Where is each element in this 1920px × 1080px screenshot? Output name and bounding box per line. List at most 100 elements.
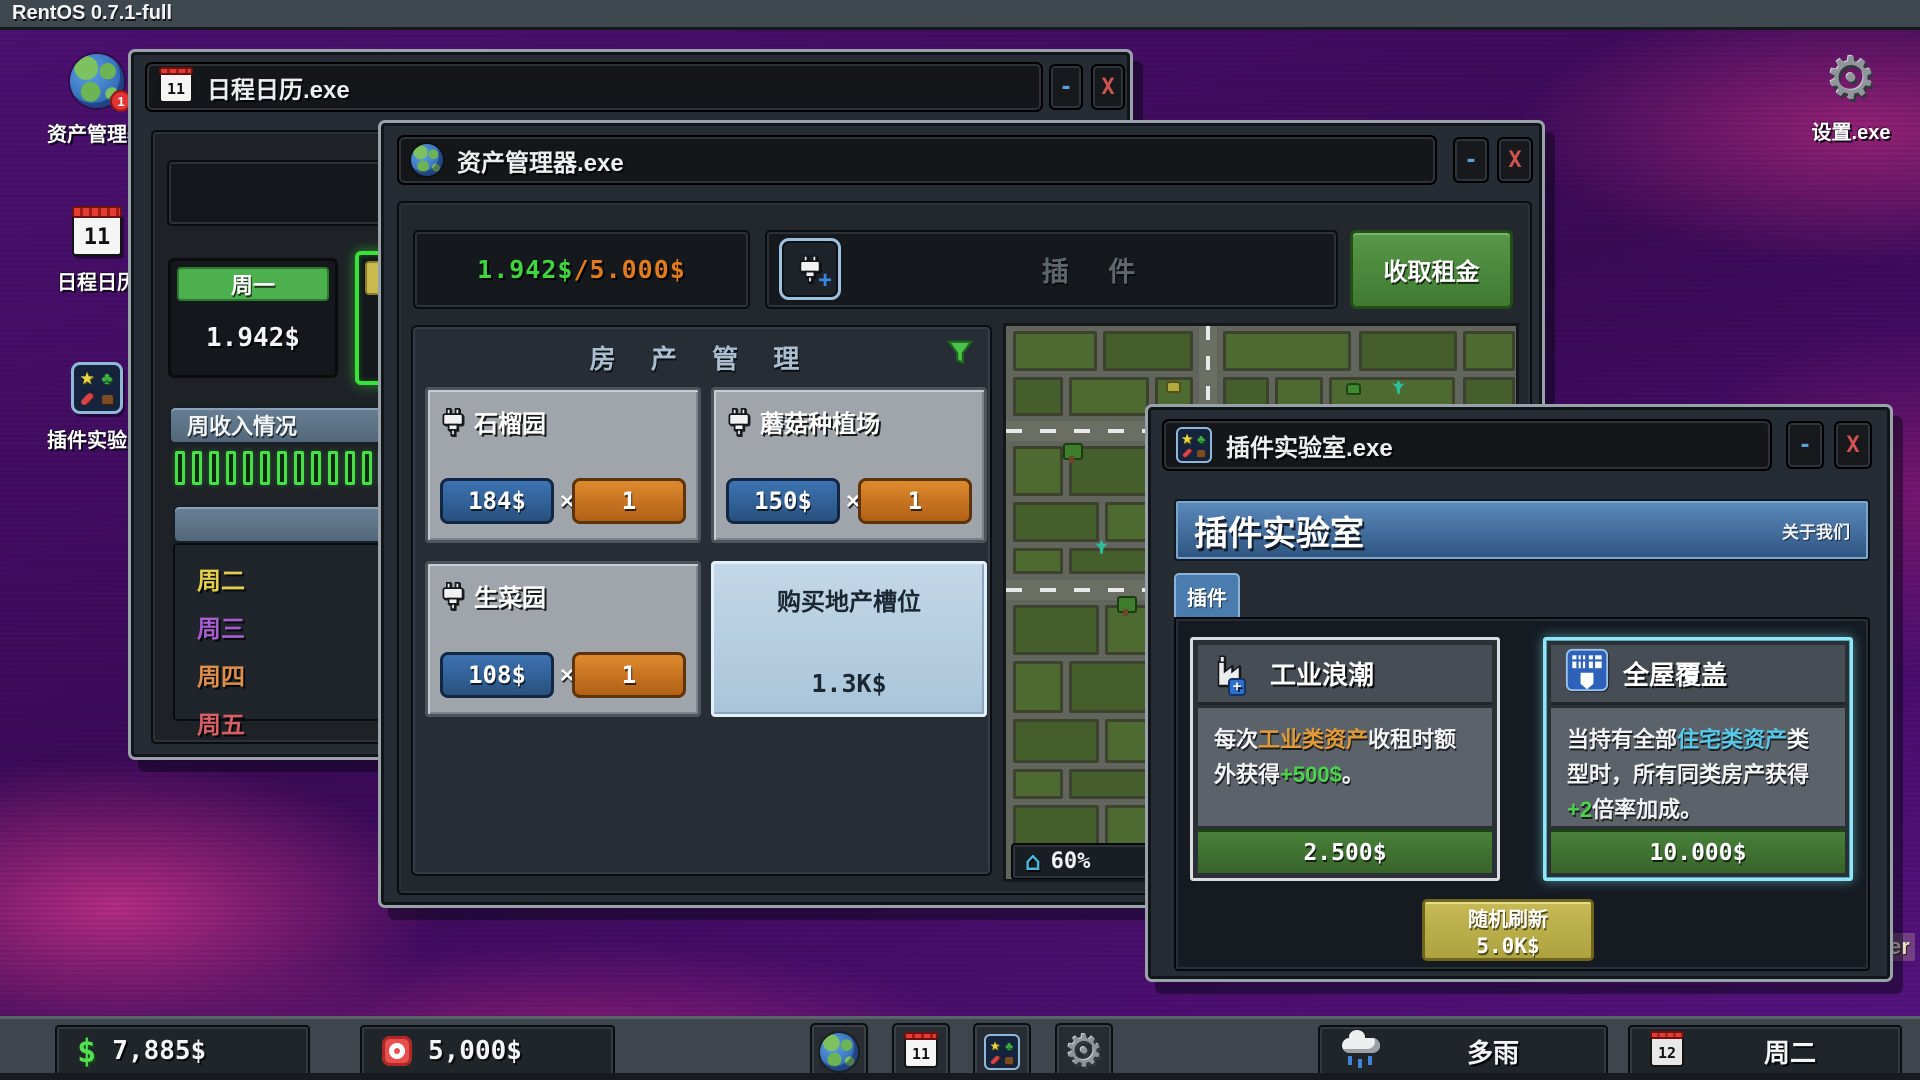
plugin-card-full-coverage[interactable]: 全屋覆盖 当持有全部住宅类资产类型时，所有同类房产获得+2倍率加成。 10.00…: [1543, 637, 1853, 881]
calendar-window-titlebar[interactable]: 11 日程日历.exe: [145, 62, 1043, 112]
plugin-lab-heading: 插件实验室: [1194, 506, 1364, 555]
map-parcel: [1013, 719, 1099, 763]
taskbar-day-panel: 12 周二: [1628, 1025, 1902, 1077]
property-card: 生菜园 108$ × 1: [425, 561, 701, 717]
income-segment: [209, 451, 219, 485]
buy-slot-price: 1.3K$: [714, 669, 984, 698]
bush-sprite: [1166, 381, 1181, 393]
close-button[interactable]: X: [1091, 64, 1125, 110]
taskbar-money-value: 7,885$: [112, 1036, 206, 1066]
plugin-lab-banner: 插件实验室 关于我们: [1174, 499, 1870, 561]
income-segment: [192, 451, 202, 485]
collect-rent-button[interactable]: 收取租金: [1350, 230, 1513, 309]
plugin-card-industrial[interactable]: + 工业浪潮 每次工业类资产收租时额外获得+500$。 2.500$: [1190, 637, 1500, 881]
window-title: 资产管理器.exe: [457, 143, 624, 178]
income-segment: [175, 451, 185, 485]
day-card-monday[interactable]: 周一 1.942$: [168, 258, 338, 378]
count-button[interactable]: 1: [572, 652, 686, 698]
rent-button[interactable]: 184$: [440, 478, 554, 524]
calendar-icon: 12: [1650, 1035, 1684, 1067]
globe-icon: 1: [70, 54, 124, 108]
map-parcel: [1013, 548, 1063, 574]
plugin-bar-label: 插 件: [1042, 250, 1152, 289]
close-button[interactable]: X: [1834, 421, 1872, 469]
taskbar: $ 7,885$ 5,000$ 11 ★♣ ⚙ 多雨 12 周二: [0, 1016, 1920, 1080]
filter-icon[interactable]: [946, 339, 974, 367]
rent-button[interactable]: 150$: [726, 478, 840, 524]
asset-window-titlebar[interactable]: 资产管理器.exe: [397, 135, 1437, 185]
close-button[interactable]: X: [1497, 137, 1533, 183]
plugin-slot-button[interactable]: +: [779, 238, 841, 300]
plugin-card-price[interactable]: 2.500$: [1198, 829, 1492, 873]
plugin-window-titlebar[interactable]: ★♣ 插件实验室.exe: [1162, 419, 1772, 471]
minimize-button[interactable]: -: [1049, 64, 1083, 110]
desktop-icon-label: 设置.exe: [1812, 116, 1891, 145]
tree-sprite: [1117, 596, 1133, 616]
window-title: 日程日历.exe: [207, 70, 350, 105]
income-segment: [311, 451, 321, 485]
taskbar-app-asset-manager[interactable]: [810, 1023, 868, 1080]
taskbar-app-plugin-lab[interactable]: ★♣: [973, 1023, 1031, 1080]
plugin-card-name: 工业浪潮: [1270, 655, 1374, 692]
map-parcel: [1013, 605, 1099, 655]
map-parcel: [1013, 661, 1063, 713]
property-name: 石榴园: [474, 404, 546, 439]
desktop-icon-label: 日程日历: [57, 266, 137, 295]
plugin-card-description: 当持有全部住宅类资产类型时，所有同类房产获得+2倍率加成。: [1551, 708, 1845, 826]
count-button[interactable]: 1: [858, 478, 972, 524]
map-parcel: [1013, 377, 1063, 416]
taskbar-app-calendar[interactable]: 11: [892, 1023, 950, 1080]
os-title: RentOS 0.7.1-full: [0, 2, 172, 25]
desktop: RentOS 0.7.1-full 1 资产管理器 11 日程日历 ★♣ 插件实…: [0, 0, 1920, 1080]
minimize-button[interactable]: -: [1453, 137, 1489, 183]
soil-icon: [98, 391, 116, 407]
count-button[interactable]: 1: [572, 478, 686, 524]
calendar-icon-day: 11: [84, 225, 111, 250]
map-parcel: [1013, 805, 1099, 847]
building-shield-icon: [1565, 648, 1609, 699]
weekday-value: 周二: [1764, 1033, 1816, 1070]
income-segment: [328, 451, 338, 485]
about-us-link[interactable]: 关于我们: [1782, 518, 1850, 543]
plug-icon: [728, 408, 750, 436]
calendar-icon-top: [72, 206, 122, 218]
plugin-card-name: 全屋覆盖: [1623, 655, 1727, 692]
random-refresh-button[interactable]: 随机刷新 5.0K$: [1422, 899, 1594, 961]
plus-icon: +: [1228, 678, 1246, 696]
clover-icon: ♣: [98, 369, 116, 389]
desktop-icon-settings[interactable]: ⚙ 设置.exe: [1796, 52, 1906, 145]
map-parcel: [1223, 331, 1351, 371]
calendar-icon: 11: [159, 71, 193, 103]
plus-icon: +: [818, 267, 832, 295]
day-card-header: 周一: [177, 267, 329, 301]
minimize-button[interactable]: -: [1786, 421, 1824, 469]
property-card: 蘑菇种植场 150$ × 1: [711, 387, 987, 543]
plug-icon: [442, 408, 464, 436]
plugin-content-panel: + 工业浪潮 每次工业类资产收租时额外获得+500$。 2.500$ 全屋覆盖 …: [1174, 617, 1870, 971]
taskbar-goal-value: 5,000$: [428, 1036, 522, 1066]
refresh-label: 随机刷新: [1468, 903, 1548, 932]
taskbar-app-settings[interactable]: ⚙: [1055, 1023, 1113, 1080]
star-icon: ★: [78, 369, 96, 389]
plug-icon: [442, 582, 464, 610]
rent-button[interactable]: 108$: [440, 652, 554, 698]
plugin-lab-window: ★♣ 插件实验室.exe - X 插件实验室 关于我们 插件 + 工业浪潮 每次…: [1145, 404, 1893, 982]
income-segment: [243, 451, 253, 485]
income-segment: [277, 451, 287, 485]
buy-slot-card[interactable]: 购买地产槽位 1.3K$: [711, 561, 987, 717]
map-parcel: [1359, 331, 1457, 371]
plugin-card-description: 每次工业类资产收租时额外获得+500$。: [1198, 708, 1492, 826]
plugin-card-price[interactable]: 10.000$: [1551, 829, 1845, 873]
money-display: 1.942$/5.000$: [413, 230, 750, 309]
gear-icon: ⚙: [1825, 52, 1877, 106]
map-road: [1199, 326, 1217, 416]
property-card: 石榴园 184$ × 1: [425, 387, 701, 543]
map-parcel: [1013, 769, 1063, 799]
os-titlebar: RentOS 0.7.1-full: [0, 0, 1920, 30]
tab-plugins[interactable]: 插件: [1174, 573, 1240, 617]
tree-sprite: [1063, 443, 1079, 463]
pill-icon: [78, 391, 96, 407]
globe-icon: [411, 144, 443, 176]
income-segment: [294, 451, 304, 485]
buy-slot-label: 购买地产槽位: [714, 582, 984, 617]
